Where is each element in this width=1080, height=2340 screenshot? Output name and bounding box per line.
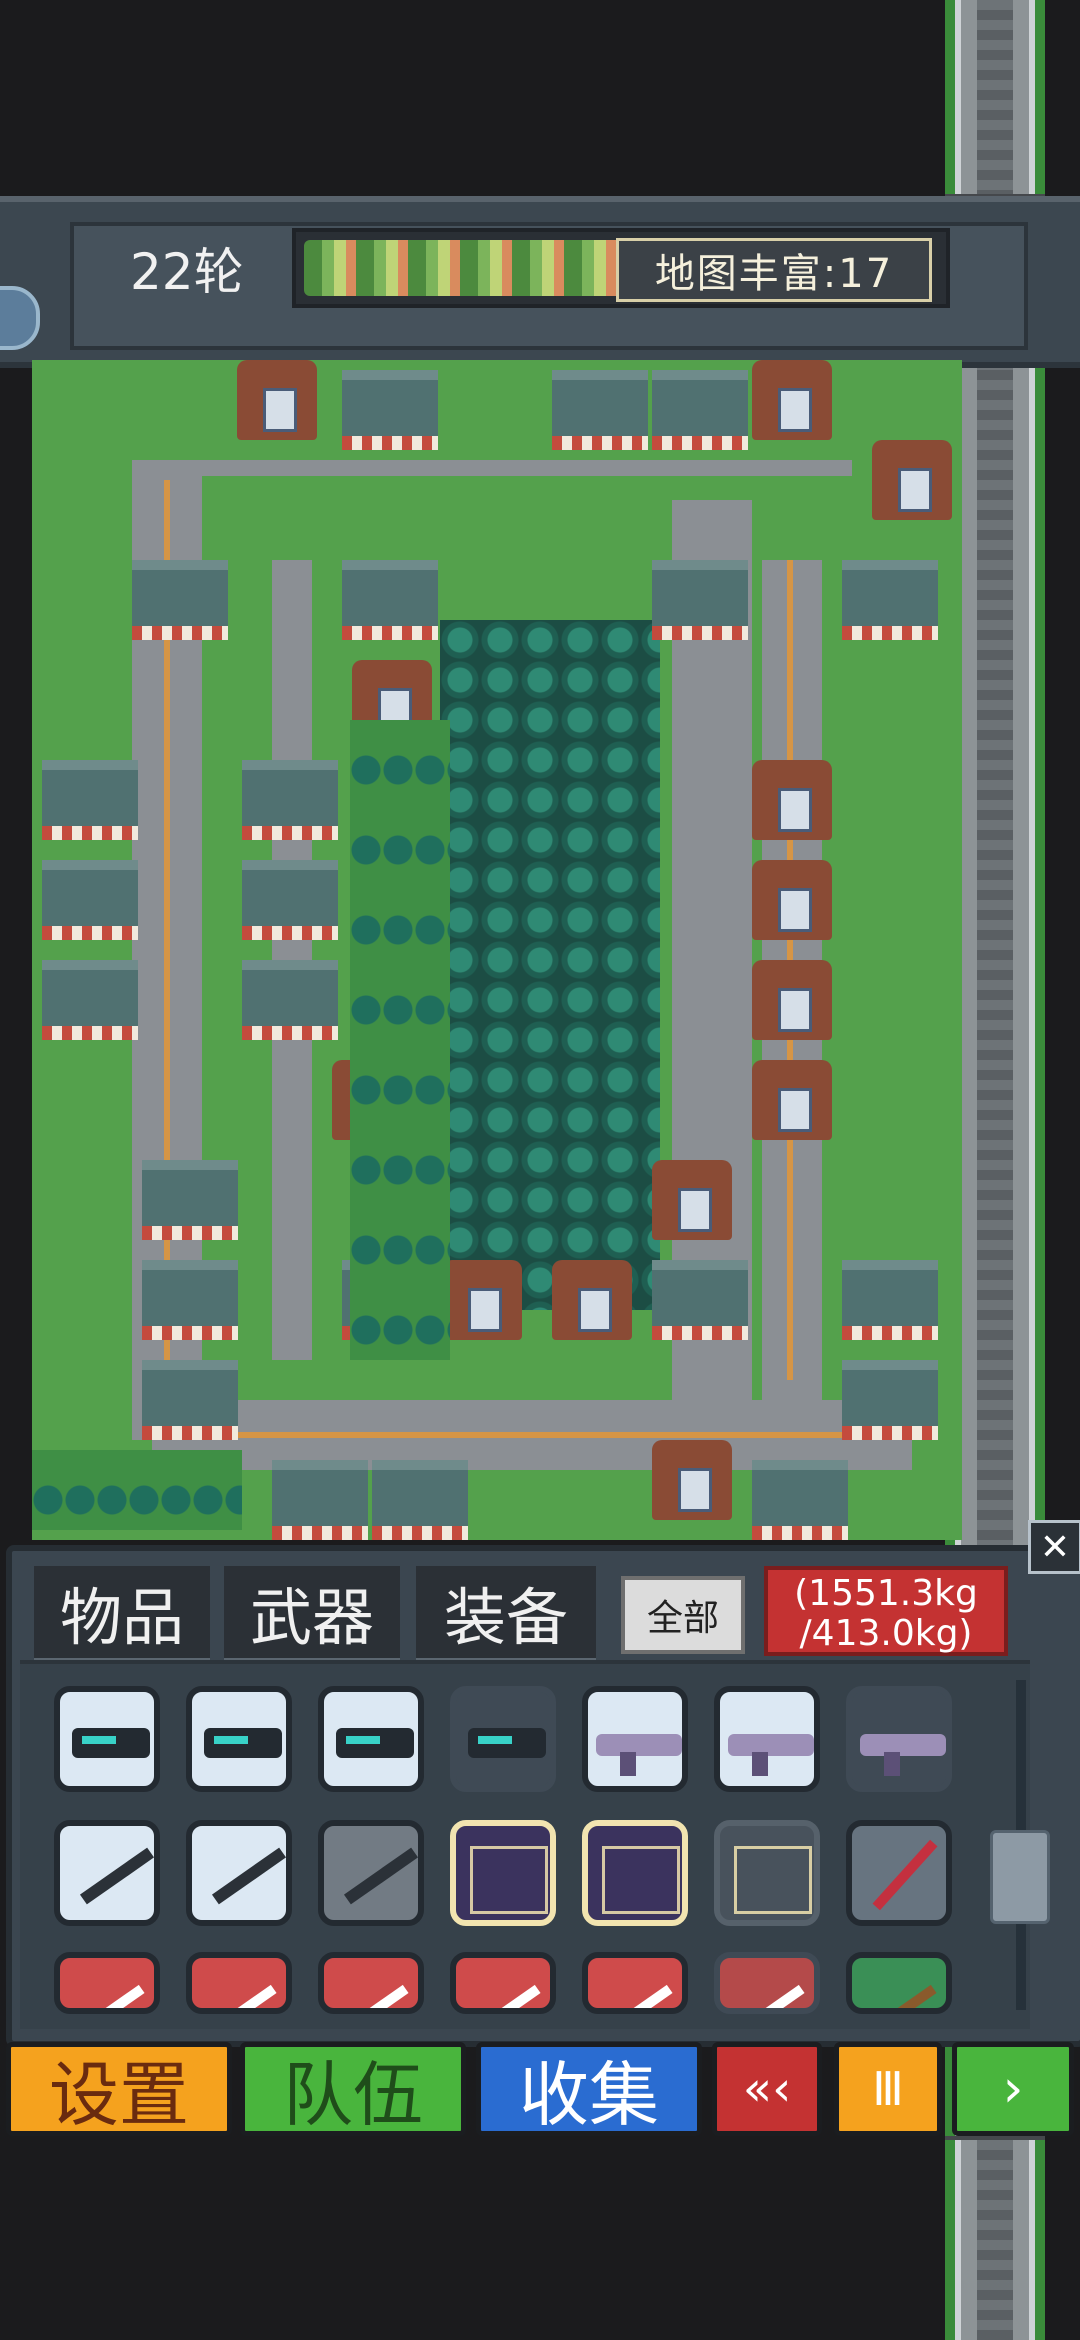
road-lane [172,1432,872,1438]
city-banner: 地图丰富:17 [292,228,950,308]
shop [142,1160,238,1240]
tab-items[interactable]: 物品 [34,1566,210,1664]
spear-icon[interactable] [846,1952,952,2014]
shop [242,760,338,840]
shop [242,960,338,1040]
dagger-icon[interactable] [582,1952,688,2014]
pause-button[interactable]: Ⅲ [834,2042,942,2136]
tree-row [32,1450,242,1530]
shop [342,560,438,640]
blade-icon[interactable] [318,1820,424,1926]
shop [142,1260,238,1340]
gun-icon[interactable] [54,1686,160,1792]
dagger-icon[interactable] [450,1952,556,2014]
weight-limit: /413.0kg) [799,1613,973,1654]
shop [752,1460,848,1540]
house [752,860,832,940]
scrollbar-thumb[interactable] [990,1830,1050,1924]
tab-weapons[interactable]: 武器 [224,1566,400,1664]
shop [132,560,228,640]
shop [242,860,338,940]
map-richness: 地图丰富:17 [616,238,932,302]
dagger-icon[interactable] [318,1952,424,2014]
shop [552,370,648,450]
house [237,360,317,440]
round-counter: 22轮 [130,243,244,301]
shop [142,1360,238,1440]
house [442,1260,522,1340]
chip-icon[interactable] [582,1820,688,1926]
team-button[interactable]: 队伍 [240,2042,466,2136]
house [652,1160,732,1240]
tree-row [350,720,450,1360]
rifle-icon[interactable] [714,1686,820,1792]
house [872,440,952,520]
shop [652,560,748,640]
dagger-icon[interactable] [714,1952,820,2014]
blade-icon[interactable] [54,1820,160,1926]
weight-current: (1551.3kg [794,1573,978,1614]
rifle-icon[interactable] [582,1686,688,1792]
shop [272,1460,368,1540]
shop [842,1360,938,1440]
weight-indicator: (1551.3kg /413.0kg) [764,1566,1008,1656]
rifle-icon[interactable] [846,1686,952,1792]
dagger-icon[interactable] [186,1952,292,2014]
house [752,760,832,840]
blade-icon[interactable] [186,1820,292,1926]
gun-icon[interactable] [450,1686,556,1792]
tab-equipment[interactable]: 装备 [416,1566,596,1664]
shop [652,1260,748,1340]
next-button[interactable]: › [952,2042,1074,2136]
house [652,1440,732,1520]
game-map[interactable] [32,360,962,1540]
settings-button[interactable]: 设置 [6,2042,232,2136]
gun-icon[interactable] [318,1686,424,1792]
red-saber-icon[interactable] [846,1820,952,1926]
house [752,360,832,440]
central-forest [440,620,660,1310]
shop [42,860,138,940]
shop [42,960,138,1040]
collect-button[interactable]: 收集 [476,2042,702,2136]
chip-icon[interactable] [450,1820,556,1926]
shop [842,1260,938,1340]
chip-icon[interactable] [714,1820,820,1926]
house [752,1060,832,1140]
house [552,1260,632,1340]
house [752,960,832,1040]
close-button[interactable]: ✕ [1028,1520,1080,1574]
shop [42,760,138,840]
shop [372,1460,468,1540]
dagger-icon[interactable] [54,1952,160,2014]
shop [342,370,438,450]
road [132,460,852,476]
gun-icon[interactable] [186,1686,292,1792]
rewind-button[interactable]: «‹ [712,2042,822,2136]
shop [842,560,938,640]
shop [652,370,748,450]
filter-all-button[interactable]: 全部 [621,1576,745,1654]
